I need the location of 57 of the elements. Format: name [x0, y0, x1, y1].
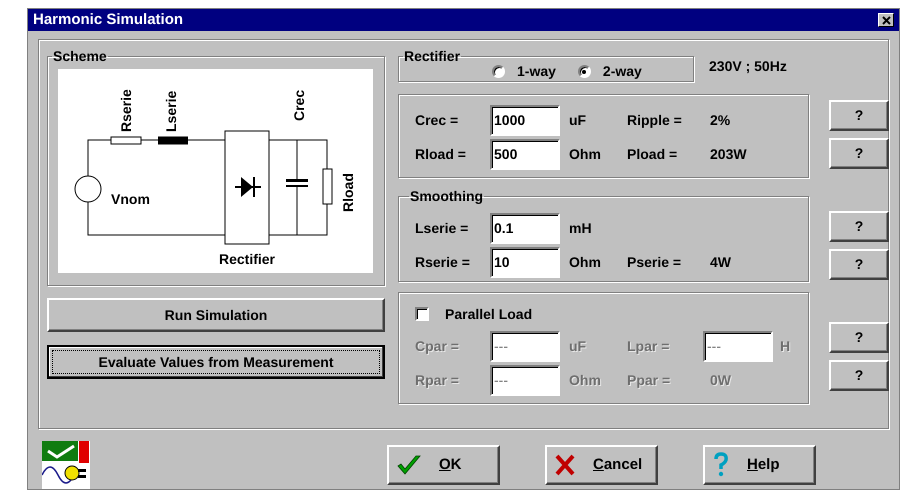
dialog-button[interactable]: Help: [703, 445, 816, 485]
action-button[interactable]: Evaluate Values from Measurement: [47, 345, 385, 379]
help-button[interactable]: ?: [829, 100, 889, 131]
rectifier-label: Rectifier: [218, 251, 276, 267]
field-label: Lserie =: [415, 218, 470, 238]
field-label: Ripple =: [627, 110, 683, 130]
dialog-button[interactable]: OK: [387, 445, 500, 485]
help-button[interactable]: ?: [829, 211, 889, 242]
group-title: Scheme: [52, 47, 108, 66]
value-text: 0W: [710, 370, 731, 390]
radio-button[interactable]: [578, 65, 591, 78]
rload-label: Rload: [340, 173, 356, 212]
supply-text: 230V ; 50Hz: [709, 57, 787, 76]
unit-label: uF: [568, 110, 588, 130]
field-label: Rpar =: [415, 370, 460, 390]
unit-label: Ohm: [568, 370, 602, 390]
unit-label: uF: [568, 336, 588, 356]
close-icon: [555, 454, 575, 476]
unit-label: Ohm: [568, 144, 602, 164]
input-field[interactable]: 500: [490, 138, 560, 170]
action-button[interactable]: Run Simulation: [47, 298, 385, 332]
value-text: 203W: [710, 144, 747, 164]
group-title: Rectifier: [403, 47, 462, 66]
checkbox-option[interactable]: Parallel Load: [415, 303, 792, 325]
field-label: Lpar =: [627, 336, 670, 356]
vnom-label: Vnom: [111, 191, 150, 207]
field-label: Crec =: [415, 110, 460, 130]
checkmark-icon: [397, 454, 421, 476]
input-field[interactable]: 1000: [490, 104, 560, 136]
checkbox[interactable]: [415, 307, 429, 321]
field-label: Rload =: [415, 144, 467, 164]
rserie-label: Rserie: [118, 89, 134, 132]
question-mark-icon: [713, 452, 729, 478]
unit-label: Ohm: [568, 252, 602, 272]
value-text: 4W: [710, 252, 731, 272]
unit-label: mH: [568, 218, 593, 238]
dialog-button[interactable]: Cancel: [545, 445, 658, 485]
close-icon[interactable]: [878, 13, 894, 27]
lserie-label: Lserie: [163, 90, 179, 132]
crec-label: Crec: [291, 90, 307, 121]
window-title: Harmonic Simulation: [33, 10, 184, 30]
field-label: Rserie =: [415, 252, 471, 272]
radio-option[interactable]: 1-way: [492, 61, 556, 82]
field-label: Ppar =: [627, 370, 672, 390]
field-label: Pserie =: [627, 252, 682, 272]
field-label: Cpar =: [415, 336, 460, 356]
help-button[interactable]: ?: [829, 249, 889, 280]
field-label: Pload =: [627, 144, 678, 164]
input-field[interactable]: 0.1: [490, 212, 560, 244]
app-logo-icon: [42, 441, 90, 489]
radio-button[interactable]: [492, 65, 505, 78]
radio-option[interactable]: 2-way: [578, 61, 642, 82]
unit-label: H: [779, 336, 790, 356]
input-field[interactable]: 10: [490, 246, 560, 278]
group-title: Smoothing: [409, 187, 484, 206]
help-button[interactable]: ?: [829, 138, 889, 169]
value-text: 2%: [710, 110, 730, 130]
